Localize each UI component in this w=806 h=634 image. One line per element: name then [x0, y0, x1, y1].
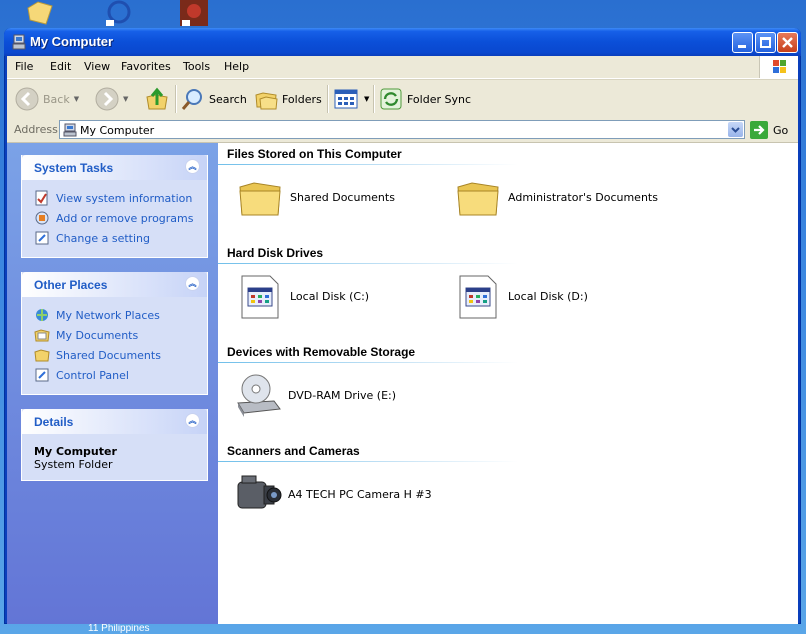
menu-bar: File Edit View Favorites Tools Help	[7, 56, 798, 79]
content-pane: Files Stored on This Computer Shared Doc…	[218, 143, 798, 624]
forward-arrow-icon	[95, 87, 119, 111]
details-panel: Details ︽ My Computer System Folder	[21, 409, 208, 481]
back-button[interactable]: Back ▼	[15, 86, 79, 112]
folder-icon	[239, 182, 281, 216]
control-panel-link[interactable]: Control Panel	[34, 365, 207, 385]
go-arrow-icon	[750, 121, 768, 139]
my-computer-small-icon	[63, 123, 77, 137]
title-bar[interactable]: My Computer	[4, 28, 801, 56]
folders-icon	[255, 92, 278, 110]
collapse-icon[interactable]: ︽	[185, 413, 200, 428]
desktop-caption: 11 Philippines	[88, 623, 150, 634]
control-panel-icon	[35, 231, 49, 245]
chevron-down-icon	[731, 127, 740, 133]
desktop-folder-icon[interactable]	[26, 0, 54, 26]
group-header-removable: Devices with Removable Storage	[227, 345, 416, 359]
dvd-ram-drive-item[interactable]: DVD-RAM Drive (E:)	[234, 371, 396, 419]
address-value: My Computer	[80, 124, 155, 137]
collapse-icon[interactable]: ︽	[185, 276, 200, 291]
control-panel-icon	[35, 368, 49, 382]
address-label: Address	[14, 123, 58, 136]
system-tasks-header[interactable]: System Tasks ︽	[22, 155, 207, 180]
group-header-hdd: Hard Disk Drives	[227, 246, 324, 260]
up-folder-icon	[146, 87, 168, 110]
add-remove-programs-link[interactable]: Add or remove programs	[34, 208, 207, 228]
menu-favorites[interactable]: Favorites	[121, 60, 171, 73]
local-disk-icon	[459, 275, 497, 319]
desktop-search-icon[interactable]	[104, 0, 132, 26]
add-remove-programs-icon	[35, 211, 49, 225]
back-dropdown-icon[interactable]: ▼	[74, 95, 79, 103]
go-button[interactable]: Go	[750, 120, 788, 140]
folders-button[interactable]: Folders	[254, 86, 322, 112]
address-input[interactable]: My Computer	[59, 120, 745, 139]
system-info-icon	[35, 190, 48, 206]
local-disk-c-item[interactable]: Local Disk (C:)	[236, 272, 369, 320]
up-folder-button[interactable]	[145, 86, 169, 112]
my-computer-window: My Computer File Edit View Favorites Too…	[4, 28, 801, 624]
details-name: My Computer	[34, 445, 117, 458]
dvd-drive-icon	[237, 374, 281, 417]
minimize-button[interactable]	[732, 32, 753, 53]
other-places-header[interactable]: Other Places ︽	[22, 272, 207, 297]
group-header-scanners: Scanners and Cameras	[227, 444, 360, 458]
camera-icon	[237, 475, 282, 509]
address-dropdown-button[interactable]	[728, 122, 743, 137]
local-disk-icon	[241, 275, 279, 319]
my-computer-icon	[12, 34, 26, 50]
group-header-files: Files Stored on This Computer	[227, 147, 402, 161]
forward-button[interactable]: ▼	[95, 86, 128, 112]
desktop-game-icon[interactable]	[180, 0, 208, 26]
menu-view[interactable]: View	[84, 60, 110, 73]
address-bar: Address My Computer Go	[7, 118, 798, 143]
my-documents-icon	[34, 329, 50, 342]
menu-help[interactable]: Help	[224, 60, 249, 73]
folder-icon	[457, 182, 499, 216]
back-arrow-icon	[15, 87, 39, 111]
my-documents-link[interactable]: My Documents	[34, 325, 207, 345]
windows-logo-icon	[759, 56, 798, 78]
menu-tools[interactable]: Tools	[183, 60, 210, 73]
search-icon	[181, 89, 202, 110]
views-dropdown-icon[interactable]: ▼	[364, 95, 369, 103]
standard-toolbar: Back ▼ ▼ Search Folders ▼ Folder Sync	[7, 79, 798, 119]
change-a-setting-link[interactable]: Change a setting	[34, 228, 207, 248]
my-network-places-link[interactable]: My Network Places	[34, 305, 207, 325]
task-pane: System Tasks ︽ View system information A…	[7, 143, 218, 624]
search-button[interactable]: Search	[181, 86, 247, 112]
window-title: My Computer	[30, 34, 114, 49]
menu-edit[interactable]: Edit	[50, 60, 71, 73]
folder-sync-icon	[380, 88, 402, 110]
forward-dropdown-icon[interactable]: ▼	[123, 95, 128, 103]
maximize-button[interactable]	[755, 32, 776, 53]
details-header[interactable]: Details ︽	[22, 409, 207, 434]
view-system-information-link[interactable]: View system information	[34, 188, 207, 208]
views-icon	[334, 89, 358, 109]
pc-camera-item[interactable]: A4 TECH PC Camera H #3	[234, 470, 432, 518]
details-type: System Folder	[34, 458, 113, 471]
other-places-panel: Other Places ︽ My Network Places My Docu…	[21, 272, 208, 395]
folder-icon	[34, 349, 50, 362]
system-tasks-panel: System Tasks ︽ View system information A…	[21, 155, 208, 258]
shared-documents-item[interactable]: Shared Documents	[236, 173, 395, 221]
close-button[interactable]	[777, 32, 798, 53]
network-places-icon	[36, 309, 48, 321]
collapse-icon[interactable]: ︽	[185, 159, 200, 174]
administrators-documents-item[interactable]: Administrator's Documents	[454, 173, 658, 221]
shared-documents-link[interactable]: Shared Documents	[34, 345, 207, 365]
local-disk-d-item[interactable]: Local Disk (D:)	[454, 272, 588, 320]
views-button[interactable]: ▼	[334, 86, 369, 112]
folder-sync-button[interactable]: Folder Sync	[379, 86, 471, 112]
menu-file[interactable]: File	[15, 60, 33, 73]
